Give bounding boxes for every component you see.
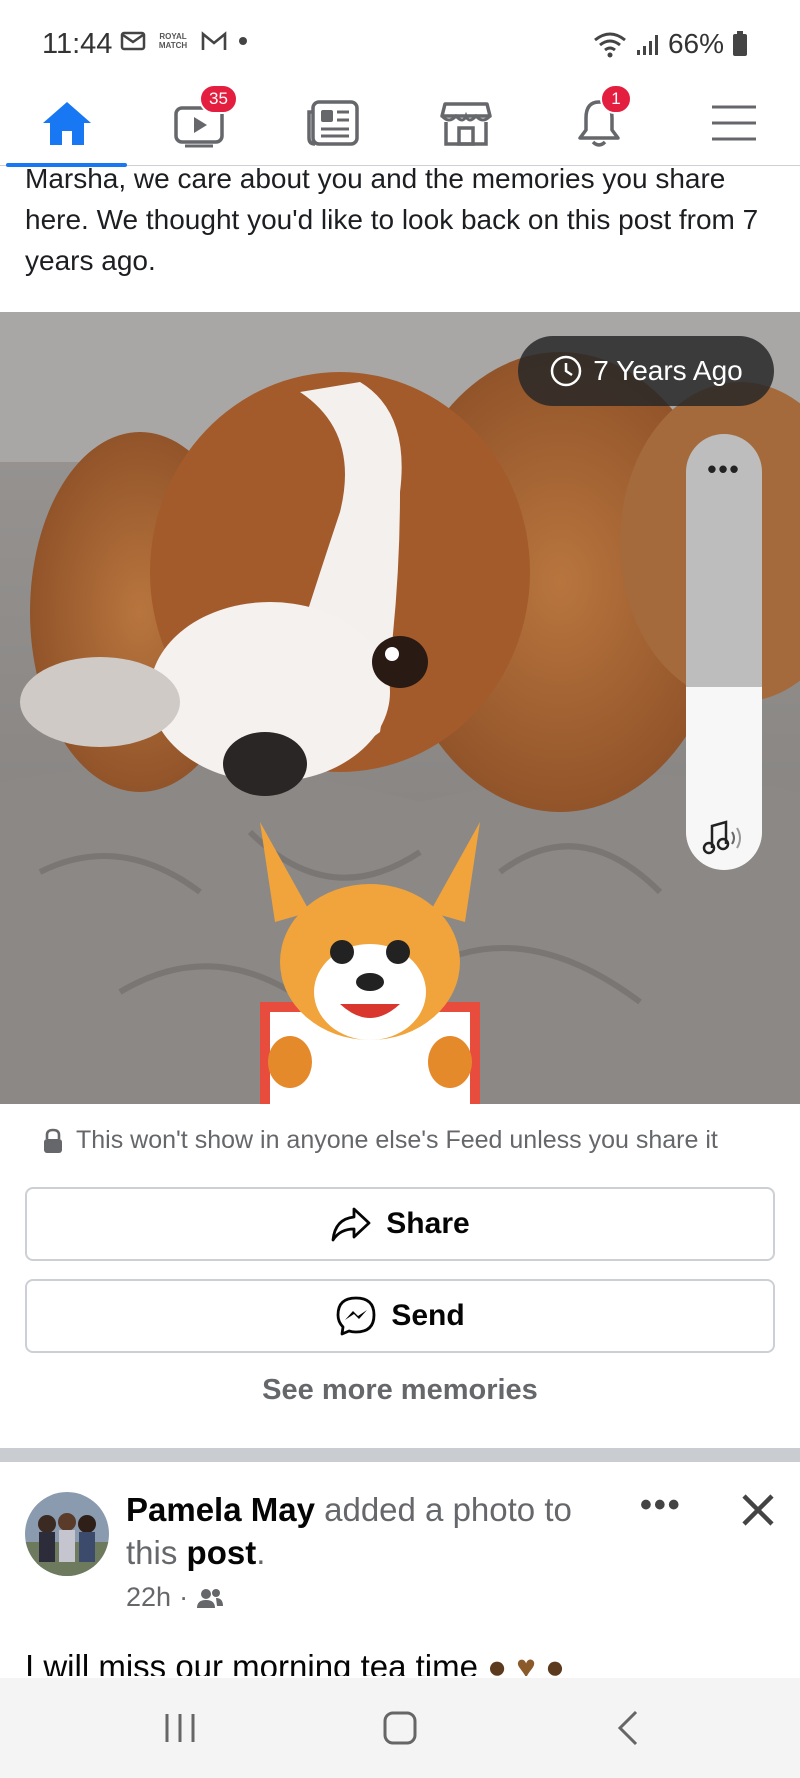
notifications-badge: 1 <box>600 84 632 114</box>
post-period: . <box>256 1534 266 1571</box>
close-icon[interactable] <box>736 1488 780 1532</box>
battery-percent: 66% <box>667 28 724 59</box>
top-nav-bar: 35 1 <box>0 80 800 167</box>
see-more-memories-link[interactable]: See more memories <box>0 1374 800 1407</box>
post-text: I will miss our morning tea time ● ♥ ● <box>25 1648 565 1676</box>
android-nav-bar <box>0 1678 800 1778</box>
post-link[interactable]: post <box>187 1534 257 1571</box>
battery-icon <box>733 31 747 56</box>
nav-marketplace[interactable] <box>399 80 532 166</box>
share-button-label: Share <box>386 1207 470 1240</box>
nav-home[interactable] <box>0 80 133 167</box>
post-meta: 22h · <box>126 1582 224 1613</box>
signal-icon <box>636 35 658 55</box>
status-bar: 11:44 ROYAL MATCH 66% <box>0 0 800 92</box>
clock-icon <box>551 355 582 387</box>
post-more-options-icon[interactable]: ••• <box>640 1486 682 1525</box>
hamburger-menu-icon <box>711 105 756 141</box>
lock-icon <box>44 1128 62 1153</box>
volume-slider[interactable]: ••• <box>686 434 762 870</box>
share-arrow-icon <box>331 1207 371 1242</box>
post-author[interactable]: Pamela May <box>126 1491 315 1528</box>
store-icon <box>439 102 492 146</box>
home-button[interactable] <box>380 1708 420 1748</box>
nav-menu[interactable] <box>667 80 800 166</box>
nav-watch[interactable]: 35 <box>133 80 266 166</box>
post-text-body: I will miss our morning tea time <box>25 1648 478 1676</box>
status-notification-icons: ROYAL MATCH <box>120 30 248 52</box>
years-ago-pill: 7 Years Ago <box>518 336 774 406</box>
send-button-label: Send <box>391 1299 465 1332</box>
post-meta-separator: · <box>179 1582 189 1612</box>
status-time: 11:44 <box>42 28 113 60</box>
paw-emoji-icon: ● <box>487 1648 508 1676</box>
friends-audience-icon <box>197 1588 224 1608</box>
message-icon <box>120 31 146 51</box>
recent-apps-button[interactable] <box>160 1708 200 1748</box>
privacy-note: This won't show in anyone else's Feed un… <box>42 1126 718 1155</box>
memory-message: Marsha, we care about you and the memori… <box>25 163 759 276</box>
memory-photo[interactable]: 7 Years Ago ••• <box>0 312 800 1104</box>
wifi-icon <box>594 32 626 58</box>
home-square-icon <box>383 1711 417 1745</box>
feed-divider <box>0 1448 800 1462</box>
recent-apps-icon <box>165 1714 195 1742</box>
send-button[interactable]: Send <box>25 1279 775 1353</box>
share-button[interactable]: Share <box>25 1187 775 1261</box>
years-ago-label: 7 Years Ago <box>593 355 743 386</box>
royal-match-icon: ROYAL MATCH <box>158 32 188 50</box>
heart-emoji-icon: ♥ <box>516 1648 536 1676</box>
nav-notifications[interactable]: 1 <box>532 80 665 166</box>
post-time[interactable]: 22h <box>126 1582 171 1613</box>
privacy-note-text: This won't show in anyone else's Feed un… <box>76 1126 718 1154</box>
watch-badge: 35 <box>199 84 238 114</box>
dot-icon <box>239 37 247 45</box>
back-chevron-icon <box>617 1710 638 1746</box>
music-note-icon[interactable] <box>686 820 762 856</box>
nav-news[interactable] <box>266 80 399 166</box>
more-options-icon[interactable]: ••• <box>686 454 762 485</box>
status-right: 66% <box>592 28 748 60</box>
paw-emoji-icon-2: ● <box>545 1648 565 1676</box>
avatar[interactable] <box>25 1492 109 1576</box>
gmail-icon <box>201 31 227 50</box>
newspaper-icon <box>306 100 359 146</box>
home-icon <box>42 102 91 145</box>
post-header: Pamela May added a photo to this post. <box>126 1488 626 1574</box>
messenger-icon <box>336 1296 376 1336</box>
back-button[interactable] <box>608 1708 648 1748</box>
dog-photo-image <box>0 312 800 1104</box>
